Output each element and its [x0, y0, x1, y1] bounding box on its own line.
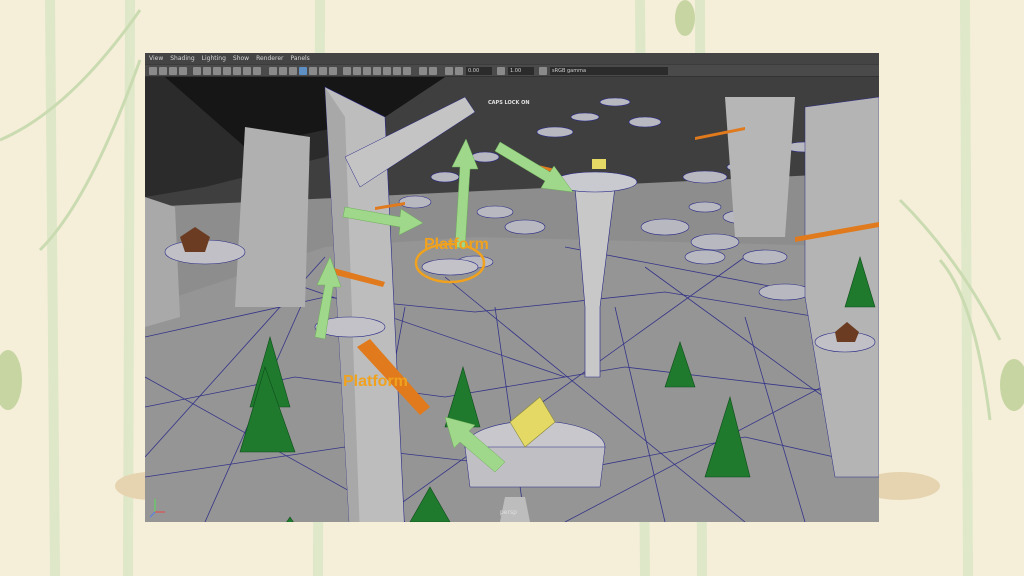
viewport-toolbar: 0.00 1.00 sRGB gamma: [145, 64, 879, 77]
viewport-menubar: View Shading Lighting Show Renderer Pane…: [145, 53, 879, 64]
small-yellow-house: [592, 159, 606, 169]
xray-icon[interactable]: [343, 67, 351, 75]
menu-renderer[interactable]: Renderer: [256, 55, 283, 62]
right-trunk-back: [725, 97, 795, 237]
safe-title-icon[interactable]: [253, 67, 261, 75]
gamma-field[interactable]: 1.00: [508, 67, 534, 75]
wireframe-icon[interactable]: [269, 67, 277, 75]
platform-label-upper: Platform: [424, 236, 489, 253]
shadows-icon[interactable]: [329, 67, 337, 75]
ambient-occlusion-icon[interactable]: [373, 67, 381, 75]
left-trunk: [235, 127, 310, 307]
field-chart-icon[interactable]: [233, 67, 241, 75]
xray-active-icon[interactable]: [429, 67, 437, 75]
menu-lighting[interactable]: Lighting: [202, 55, 226, 62]
camera-lock-icon[interactable]: [445, 67, 453, 75]
maya-viewport-window[interactable]: View Shading Lighting Show Renderer Pane…: [145, 53, 879, 522]
caps-lock-hud: CAPS LOCK ON: [488, 100, 530, 106]
resolution-gate-icon[interactable]: [213, 67, 221, 75]
color-management-icon[interactable]: [539, 67, 547, 75]
menu-panels[interactable]: Panels: [290, 55, 309, 62]
camera-attributes-icon[interactable]: [159, 67, 167, 75]
film-gate-icon[interactable]: [203, 67, 211, 75]
3d-scene[interactable]: [145, 77, 879, 522]
platform-label-lower: Platform: [343, 373, 408, 390]
depth-of-field-icon[interactable]: [403, 67, 411, 75]
image-plane-icon[interactable]: [179, 67, 187, 75]
textured-icon[interactable]: [309, 67, 317, 75]
safe-action-icon[interactable]: [243, 67, 251, 75]
menu-view[interactable]: View: [149, 55, 163, 62]
exposure-field[interactable]: 0.00: [466, 67, 492, 75]
lights-icon[interactable]: [319, 67, 327, 75]
left-edge-trunk: [145, 197, 180, 327]
gamma-icon[interactable]: [497, 67, 505, 75]
highlighted-platform: [421, 258, 479, 276]
menu-shading[interactable]: Shading: [170, 55, 194, 62]
menu-show[interactable]: Show: [233, 55, 249, 62]
motion-blur-icon[interactable]: [383, 67, 391, 75]
grid-icon[interactable]: [193, 67, 201, 75]
isolate-select-icon[interactable]: [419, 67, 427, 75]
camera-select-icon[interactable]: [149, 67, 157, 75]
default-material-icon[interactable]: [289, 67, 297, 75]
smooth-shade-icon[interactable]: [279, 67, 287, 75]
xray-joints-icon[interactable]: [353, 67, 361, 75]
anti-aliasing-icon[interactable]: [393, 67, 401, 75]
xray-components-icon[interactable]: [363, 67, 371, 75]
wireframe-on-shaded-icon[interactable]: [299, 67, 307, 75]
gate-mask-icon[interactable]: [223, 67, 231, 75]
camera-name-label: persp: [500, 509, 517, 516]
bookmark-icon[interactable]: [169, 67, 177, 75]
exposure-icon[interactable]: [455, 67, 463, 75]
view-transform-dropdown[interactable]: sRGB gamma: [550, 67, 668, 75]
